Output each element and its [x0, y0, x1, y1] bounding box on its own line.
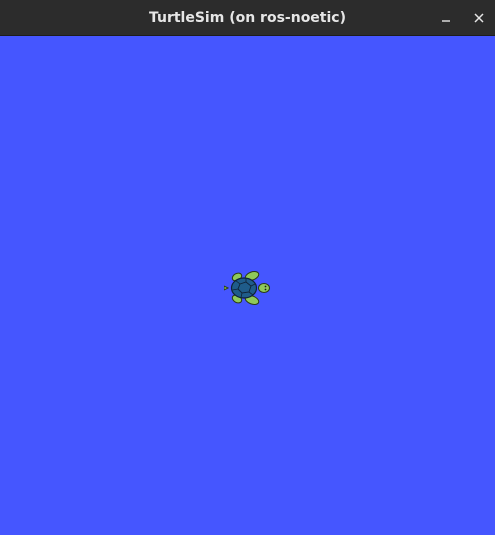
simulation-canvas: [0, 36, 495, 535]
turtle-icon: [224, 271, 270, 305]
close-icon: [474, 13, 484, 23]
title-bar[interactable]: TurtleSim (on ros-noetic): [0, 0, 495, 36]
close-button[interactable]: [469, 8, 489, 28]
minimize-icon: [442, 20, 450, 22]
minimize-button[interactable]: [436, 8, 456, 28]
turtlesim-window: TurtleSim (on ros-noetic): [0, 0, 495, 535]
window-title: TurtleSim (on ros-noetic): [148, 10, 346, 26]
